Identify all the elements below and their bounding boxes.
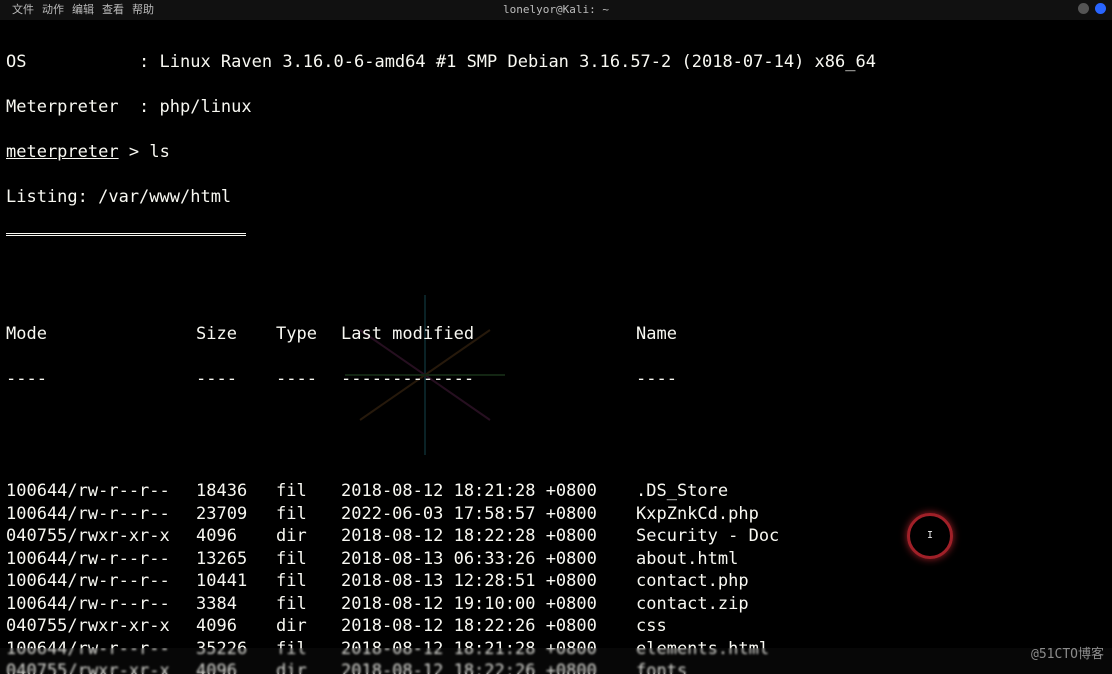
- rule-icon: [6, 233, 246, 236]
- table-row: 100644/rw-r--r--18436fil2018-08-12 18:21…: [6, 480, 1106, 503]
- cell-name: contact.zip: [636, 593, 749, 616]
- table-row: 100644/rw-r--r--10441fil2018-08-13 12:28…: [6, 570, 1106, 593]
- cell-time: 2018-08-12 18:22:28 +0800: [341, 525, 636, 548]
- cell-name: css: [636, 615, 667, 638]
- table-row: 100644/rw-r--r--3384fil2018-08-12 19:10:…: [6, 593, 1106, 616]
- prompt-label: meterpreter: [6, 142, 119, 162]
- tray-dot-icon[interactable]: [1078, 3, 1089, 14]
- spacer: [6, 256, 1106, 278]
- prompt-gt: >: [129, 142, 139, 162]
- prompt-line: meterpreter > ls: [6, 141, 1106, 164]
- menu-action[interactable]: 动作: [42, 0, 64, 20]
- col-time: Last modified: [341, 323, 636, 346]
- menu-edit[interactable]: 编辑: [72, 0, 94, 20]
- cell-mode: 100644/rw-r--r--: [6, 503, 196, 526]
- cell-name: contact.php: [636, 570, 749, 593]
- cell-name: .DS_Store: [636, 480, 728, 503]
- file-table: 100644/rw-r--r--18436fil2018-08-12 18:21…: [6, 480, 1106, 674]
- cell-name: about.html: [636, 548, 738, 571]
- cell-type: fil: [276, 480, 341, 503]
- table-row: 040755/rwxr-xr-x4096dir2018-08-12 18:22:…: [6, 525, 1106, 548]
- menu-view[interactable]: 查看: [102, 0, 124, 20]
- prompt-command: ls: [149, 142, 169, 162]
- spacer: [6, 413, 1106, 435]
- menu-help[interactable]: 帮助: [132, 0, 154, 20]
- cell-mode: 100644/rw-r--r--: [6, 548, 196, 571]
- table-header-row: ModeSizeTypeLast modifiedName: [6, 323, 1106, 346]
- cell-time: 2022-06-03 17:58:57 +0800: [341, 503, 636, 526]
- cell-name: KxpZnkCd.php: [636, 503, 759, 526]
- cell-type: fil: [276, 593, 341, 616]
- window-topbar: 文件 动作 编辑 查看 帮助 lonelyor@Kali: ~: [0, 0, 1112, 20]
- col-name: Name: [636, 323, 677, 346]
- cell-size: 3384: [196, 593, 276, 616]
- col-mode: Mode: [6, 323, 196, 346]
- cell-mode: 100644/rw-r--r--: [6, 570, 196, 593]
- cell-time: 2018-08-12 18:21:28 +0800: [341, 480, 636, 503]
- tray-dot-icon[interactable]: [1095, 3, 1106, 14]
- listing-header: Listing: /var/www/html: [6, 186, 1106, 209]
- cell-time: 2018-08-12 18:22:26 +0800: [341, 615, 636, 638]
- col-size: Size: [196, 323, 276, 346]
- cell-mode: 100644/rw-r--r--: [6, 593, 196, 616]
- cell-type: fil: [276, 548, 341, 571]
- cell-mode: 040755/rwxr-xr-x: [6, 525, 196, 548]
- cell-size: 4096: [196, 615, 276, 638]
- cell-type: fil: [276, 570, 341, 593]
- cell-size: 10441: [196, 570, 276, 593]
- cell-mode: 040755/rwxr-xr-x: [6, 615, 196, 638]
- col-type: Type: [276, 323, 341, 346]
- cell-size: 23709: [196, 503, 276, 526]
- terminal[interactable]: OS : Linux Raven 3.16.0-6-amd64 #1 SMP D…: [0, 20, 1112, 674]
- table-row: 040755/rwxr-xr-x4096dir2018-08-12 18:22:…: [6, 615, 1106, 638]
- table-row: 100644/rw-r--r--13265fil2018-08-13 06:33…: [6, 548, 1106, 571]
- cell-size: 13265: [196, 548, 276, 571]
- cell-type: dir: [276, 525, 341, 548]
- menu-bar: 文件 动作 编辑 查看 帮助: [0, 0, 154, 20]
- window-tray: [1078, 3, 1106, 14]
- table-row: 100644/rw-r--r--23709fil2022-06-03 17:58…: [6, 503, 1106, 526]
- table-header-rule: -----------------------------: [6, 368, 1106, 391]
- cell-time: 2018-08-13 12:28:51 +0800: [341, 570, 636, 593]
- sysinfo-meterpreter-line: Meterpreter : php/linux: [6, 96, 1106, 119]
- window-title: lonelyor@Kali: ~: [0, 0, 1112, 20]
- menu-file[interactable]: 文件: [12, 0, 34, 20]
- cell-time: 2018-08-13 06:33:26 +0800: [341, 548, 636, 571]
- cell-mode: 100644/rw-r--r--: [6, 480, 196, 503]
- watermark-text: @51CTO博客: [1031, 644, 1104, 667]
- cell-type: fil: [276, 503, 341, 526]
- bottom-blur: [0, 648, 1112, 674]
- cell-time: 2018-08-12 19:10:00 +0800: [341, 593, 636, 616]
- cell-name: Security - Doc: [636, 525, 779, 548]
- cell-size: 4096: [196, 525, 276, 548]
- cell-type: dir: [276, 615, 341, 638]
- sysinfo-os-line: OS : Linux Raven 3.16.0-6-amd64 #1 SMP D…: [6, 51, 1106, 74]
- cell-size: 18436: [196, 480, 276, 503]
